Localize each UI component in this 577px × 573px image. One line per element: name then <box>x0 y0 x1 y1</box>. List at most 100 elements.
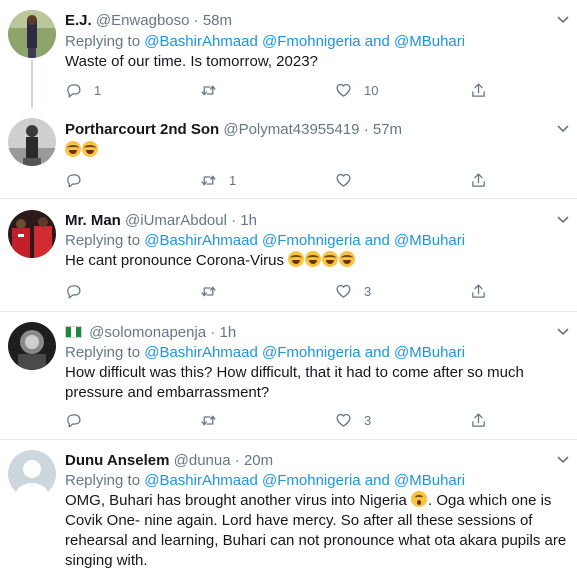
separator-dot: · <box>231 212 237 229</box>
display-name[interactable]: Portharcourt 2nd Son <box>65 121 219 138</box>
laughing-emoji-icon <box>82 141 98 157</box>
share-button[interactable] <box>470 410 487 430</box>
laughing-emoji-icon <box>288 251 305 267</box>
mention-link[interactable]: @MBuhari <box>394 232 465 249</box>
like-button[interactable]: 3 <box>335 281 371 301</box>
caret-down-icon[interactable] <box>557 16 569 24</box>
laughing-emoji-icon <box>339 251 356 267</box>
retweet-button[interactable]: 1 <box>200 170 236 190</box>
replying-to: Replying to @BashirAhmaad @Fmohnigeria a… <box>65 32 465 52</box>
tweet-2[interactable]: Portharcourt 2nd Son @Polymat43955419 · … <box>0 108 577 198</box>
tweet-header: E.J. @Enwagboso · 58m <box>65 11 232 30</box>
mention-link[interactable]: @Fmohnigeria <box>262 472 361 489</box>
mention-link[interactable]: @MBuhari <box>394 33 465 50</box>
retweet-icon <box>201 85 216 95</box>
tweet-header: Mr. Man @iUmarAbdoul · 1h <box>65 211 257 230</box>
retweet-icon <box>201 175 216 185</box>
user-handle[interactable]: @iUmarAbdoul <box>125 212 227 229</box>
thread-line <box>31 60 33 108</box>
avatar[interactable] <box>8 118 56 166</box>
mention-link[interactable]: @BashirAhmaad <box>144 344 258 361</box>
like-count: 3 <box>364 412 372 428</box>
tweet-header: Portharcourt 2nd Son @Polymat43955419 · … <box>65 120 402 139</box>
caret-down-icon[interactable] <box>557 328 569 336</box>
timestamp[interactable]: 1h <box>219 324 236 341</box>
avatar[interactable] <box>8 450 56 498</box>
like-icon <box>336 83 351 97</box>
retweet-icon <box>201 415 216 425</box>
share-icon <box>472 82 485 97</box>
tweet-3[interactable]: Mr. Man @iUmarAbdoul · 1h Replying to @B… <box>0 199 577 311</box>
mention-link[interactable]: @MBuhari <box>394 472 465 489</box>
mention-link[interactable]: @Fmohnigeria <box>262 33 361 50</box>
mention-link[interactable]: @Fmohnigeria <box>262 344 361 361</box>
tweet-5[interactable]: Dunu Anselem @dunua · 20m Replying to @B… <box>0 440 577 573</box>
reply-icon <box>67 284 81 299</box>
caret-down-icon[interactable] <box>557 456 569 464</box>
reply-icon <box>67 83 81 98</box>
tweet-text-part1: OMG, Buhari has brought another virus in… <box>65 492 407 509</box>
reply-button[interactable] <box>65 281 94 301</box>
separator-dot: · <box>193 12 199 29</box>
mention-conjunction[interactable]: and <box>365 344 390 361</box>
timestamp[interactable]: 1h <box>240 212 257 229</box>
replying-prefix: Replying to <box>65 344 141 361</box>
laughing-emoji-icon <box>305 251 322 267</box>
tweet-header: @solomonapenja · 1h <box>65 323 236 342</box>
retweet-count: 1 <box>229 172 237 188</box>
tweet-text: He cant pronounce Corona-Virus <box>65 251 570 271</box>
reply-button[interactable] <box>65 170 94 190</box>
like-button[interactable]: 3 <box>335 410 371 430</box>
reply-count: 1 <box>94 82 102 98</box>
mention-link[interactable]: @Fmohnigeria <box>262 232 361 249</box>
mention-link[interactable]: @BashirAhmaad <box>144 472 258 489</box>
timestamp[interactable]: 20m <box>244 452 273 469</box>
tweet-4[interactable]: @solomonapenja · 1h Replying to @BashirA… <box>0 312 577 439</box>
mention-conjunction[interactable]: and <box>365 33 390 50</box>
reply-icon <box>67 173 81 188</box>
retweet-button[interactable] <box>200 410 229 430</box>
user-handle[interactable]: @solomonapenja <box>89 324 206 341</box>
timestamp[interactable]: 57m <box>373 121 402 138</box>
laughing-emoji-icon <box>65 141 81 157</box>
share-button[interactable] <box>470 80 487 100</box>
separator-dot: · <box>210 324 216 341</box>
like-button[interactable]: 10 <box>335 80 378 100</box>
mention-link[interactable]: @MBuhari <box>394 344 465 361</box>
separator-dot: · <box>234 452 240 469</box>
mention-conjunction[interactable]: and <box>365 472 390 489</box>
replying-to: Replying to @BashirAhmaad @Fmohnigeria a… <box>65 231 465 251</box>
display-name[interactable]: Dunu Anselem <box>65 452 169 469</box>
like-count: 3 <box>364 283 372 299</box>
share-icon <box>472 412 485 427</box>
tweet-1[interactable]: E.J. @Enwagboso · 58m Replying to @Bashi… <box>0 0 577 108</box>
like-button[interactable] <box>335 170 364 190</box>
caret-down-icon[interactable] <box>557 216 569 224</box>
retweet-button[interactable] <box>200 80 229 100</box>
share-button[interactable] <box>470 281 487 301</box>
mention-conjunction[interactable]: and <box>365 232 390 249</box>
display-name[interactable]: E.J. <box>65 12 92 29</box>
mention-link[interactable]: @BashirAhmaad <box>144 232 258 249</box>
tweet-text: Waste of our time. Is tomorrow, 2023? <box>65 53 318 70</box>
retweet-button[interactable] <box>200 281 229 301</box>
share-button[interactable] <box>470 170 487 190</box>
separator-dot: · <box>363 121 369 138</box>
user-handle[interactable]: @Polymat43955419 <box>223 121 359 138</box>
timestamp[interactable]: 58m <box>203 12 232 29</box>
caret-down-icon[interactable] <box>557 125 569 133</box>
user-handle[interactable]: @dunua <box>174 452 231 469</box>
avatar[interactable] <box>8 322 56 370</box>
avatar[interactable] <box>8 210 56 258</box>
tweet-text: How difficult was this? How difficult, t… <box>65 364 524 401</box>
avatar[interactable] <box>8 10 56 58</box>
display-name[interactable]: Mr. Man <box>65 212 121 229</box>
user-handle[interactable]: @Enwagboso <box>96 12 190 29</box>
replying-prefix: Replying to <box>65 232 141 249</box>
reply-button[interactable] <box>65 410 94 430</box>
reply-button[interactable]: 1 <box>65 80 101 100</box>
replying-prefix: Replying to <box>65 472 141 489</box>
share-icon <box>472 172 485 187</box>
mention-link[interactable]: @BashirAhmaad <box>144 33 258 50</box>
replying-to: Replying to @BashirAhmaad @Fmohnigeria a… <box>65 471 465 491</box>
